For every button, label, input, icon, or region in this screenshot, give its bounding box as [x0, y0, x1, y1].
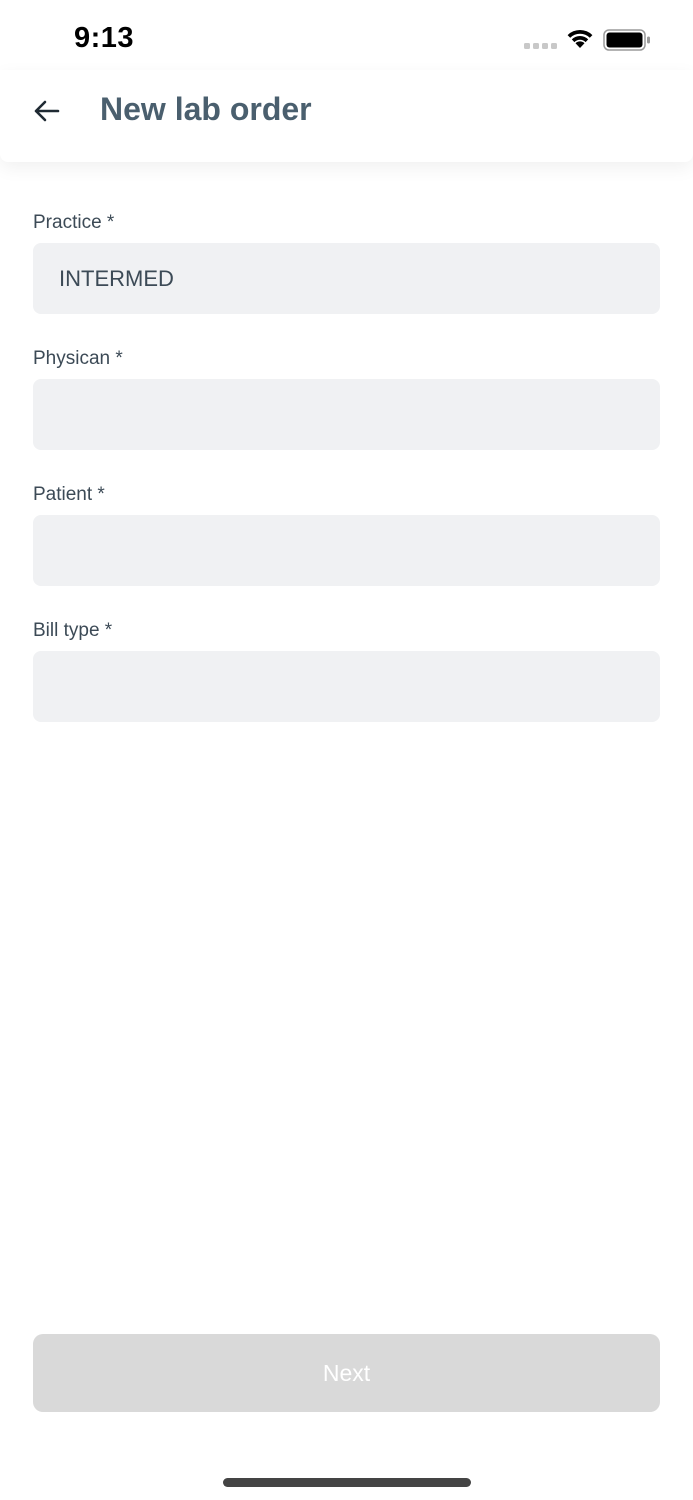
wifi-icon [567, 29, 593, 48]
patient-field[interactable] [33, 515, 660, 586]
app-header: New lab order [0, 70, 693, 162]
status-time: 9:13 [74, 22, 135, 54]
bill-type-field[interactable] [33, 651, 660, 722]
next-button[interactable]: Next [33, 1334, 660, 1412]
home-indicator [223, 1478, 471, 1487]
page-title: New lab order [100, 91, 312, 127]
practice-label: Practice * [33, 212, 115, 233]
status-bar: 9:13 [0, 0, 693, 70]
physician-field[interactable] [33, 379, 660, 450]
practice-field[interactable]: INTERMED [33, 243, 660, 314]
patient-label: Patient * [33, 484, 105, 505]
physician-label: Physican * [33, 348, 123, 369]
bill-type-label: Bill type * [33, 620, 113, 641]
back-button[interactable] [22, 90, 72, 132]
signal-icon [524, 43, 557, 49]
battery-icon [603, 29, 650, 51]
arrow-left-icon [34, 100, 60, 122]
